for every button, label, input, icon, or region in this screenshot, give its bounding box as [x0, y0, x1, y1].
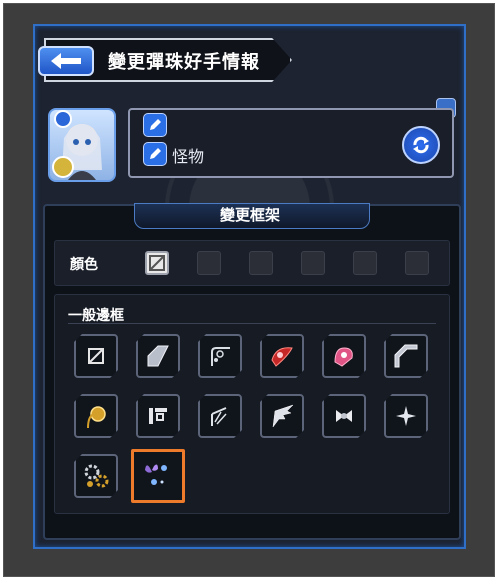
border-section-label: 一般邊框	[68, 308, 124, 324]
border-tile-none[interactable]	[74, 334, 118, 378]
color-swatch-4[interactable]	[353, 251, 377, 275]
color-swatch-none[interactable]	[145, 251, 169, 275]
color-swatch-2[interactable]	[249, 251, 273, 275]
color-label: 顏色	[70, 257, 98, 273]
border-style-star-icon	[392, 402, 420, 430]
refresh-button[interactable]	[402, 126, 440, 164]
border-tile-wing[interactable]	[260, 394, 304, 438]
border-tile-geometric[interactable]	[136, 394, 180, 438]
border-tile-gold[interactable]	[74, 394, 118, 438]
frame-section-title: 變更框架	[219, 206, 280, 224]
edit-name-button[interactable]	[143, 142, 167, 166]
pencil-icon	[150, 119, 161, 130]
border-style-gear-icon	[81, 461, 111, 491]
color-swatch-3[interactable]	[301, 251, 325, 275]
border-tile-red[interactable]	[260, 334, 304, 378]
border-tile-steel[interactable]	[384, 334, 428, 378]
border-style-steel-icon	[391, 341, 421, 371]
border-style-pink-icon	[330, 342, 358, 370]
page-title: 變更彈珠好手情報	[108, 52, 260, 73]
border-tile-silver[interactable]	[136, 334, 180, 378]
pencil-icon	[150, 148, 161, 159]
border-style-silver-icon	[144, 342, 172, 370]
player-name: 怪物	[172, 147, 205, 166]
border-tile-vine[interactable]	[198, 334, 242, 378]
border-style-butterfly-icon	[145, 464, 167, 485]
border-tile-star[interactable]	[384, 394, 428, 438]
back-arrow-icon	[51, 53, 81, 69]
no-color-icon	[149, 255, 165, 271]
border-style-geometric-icon	[144, 402, 172, 430]
border-style-wing-icon	[267, 401, 297, 431]
border-style-fan-icon	[206, 402, 234, 430]
element-badge-icon	[54, 110, 72, 128]
border-style-vine-icon	[206, 342, 234, 370]
color-swatch-1[interactable]	[197, 251, 221, 275]
border-tile-gear[interactable]	[74, 454, 118, 498]
border-tile-pink[interactable]	[322, 334, 366, 378]
back-button[interactable]	[38, 46, 94, 76]
border-none-icon	[86, 346, 106, 366]
border-tile-ribbon[interactable]	[322, 394, 366, 438]
border-style-red-icon	[268, 342, 296, 370]
edit-title-button[interactable]	[143, 113, 167, 137]
refresh-icon	[413, 136, 429, 154]
rank-badge-icon	[52, 156, 74, 178]
border-style-gold-icon	[82, 402, 110, 430]
border-tile-fan[interactable]	[198, 394, 242, 438]
color-swatch-5[interactable]	[405, 251, 429, 275]
divider	[68, 323, 436, 324]
border-style-ribbon-icon	[330, 402, 358, 430]
border-tile-butterfly-selected[interactable]	[131, 449, 185, 503]
